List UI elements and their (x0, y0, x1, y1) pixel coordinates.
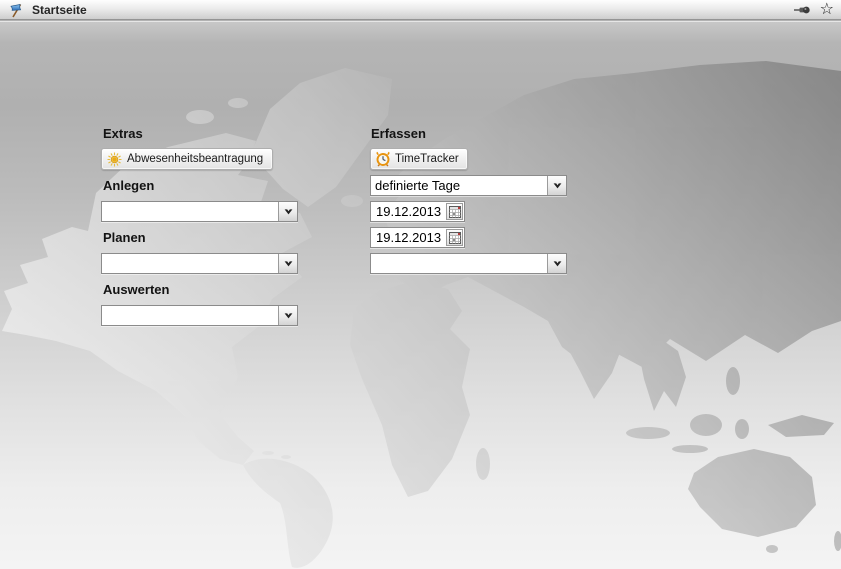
flag-icon (7, 0, 25, 20)
anlegen-combobox-value[interactable] (102, 202, 278, 221)
erfassen-heading: Erfassen (371, 126, 426, 141)
period-combobox[interactable]: definierte Tage (370, 175, 567, 196)
date-to-field[interactable]: 19.12.2013 (370, 227, 465, 248)
erfassen-extra-combobox-value[interactable] (371, 254, 547, 273)
erfassen-extra-combobox[interactable] (370, 253, 567, 274)
chevron-down-icon (284, 261, 293, 267)
auswerten-combobox-value[interactable] (102, 306, 278, 325)
auswerten-combobox[interactable] (101, 305, 298, 326)
anlegen-combobox[interactable] (101, 201, 298, 222)
absence-request-button-label: Abwesenheitsbeantragung (127, 153, 263, 165)
chevron-down-icon (553, 183, 562, 189)
titlebar: Startseite ☆ (0, 0, 841, 20)
date-from-field[interactable]: 19.12.2013 (370, 201, 465, 222)
content-area: Extras Abwesenheitsbeantragung Anlegen P… (0, 21, 841, 569)
extras-heading: Extras (103, 126, 143, 141)
planen-combobox[interactable] (101, 253, 298, 274)
anlegen-combobox-dropdown-button[interactable] (278, 202, 297, 221)
planen-combobox-value[interactable] (102, 254, 278, 273)
favorite-star-icon[interactable]: ☆ (820, 0, 834, 20)
chevron-down-icon (284, 313, 293, 319)
page-title: Startseite (32, 3, 87, 17)
chevron-down-icon (284, 209, 293, 215)
erfassen-extra-combobox-dropdown-button[interactable] (547, 254, 566, 273)
timetracker-button-label: TimeTracker (395, 153, 459, 165)
sun-icon (107, 152, 122, 167)
anlegen-heading: Anlegen (103, 178, 154, 193)
calendar-icon (449, 232, 461, 244)
chevron-down-icon (553, 261, 562, 267)
date-from-picker-button[interactable] (446, 203, 463, 220)
pushpin-icon[interactable] (793, 0, 811, 20)
auswerten-combobox-dropdown-button[interactable] (278, 306, 297, 325)
period-combobox-value[interactable]: definierte Tage (371, 176, 547, 195)
date-from-value[interactable]: 19.12.2013 (371, 204, 446, 219)
planen-combobox-dropdown-button[interactable] (278, 254, 297, 273)
date-to-picker-button[interactable] (446, 229, 463, 246)
date-to-value[interactable]: 19.12.2013 (371, 230, 446, 245)
absence-request-button[interactable]: Abwesenheitsbeantragung (101, 148, 273, 170)
alarm-clock-icon (375, 151, 391, 167)
planen-heading: Planen (103, 230, 146, 245)
calendar-icon (449, 206, 461, 218)
period-combobox-dropdown-button[interactable] (547, 176, 566, 195)
auswerten-heading: Auswerten (103, 282, 169, 297)
timetracker-button[interactable]: TimeTracker (370, 148, 468, 170)
